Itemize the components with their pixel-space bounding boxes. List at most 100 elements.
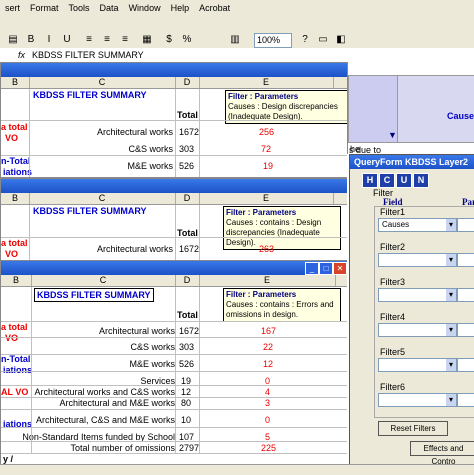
query-button-n[interactable]: N bbox=[413, 173, 429, 188]
col-d[interactable]: D bbox=[175, 275, 200, 286]
total-header[interactable]: Total bbox=[177, 309, 198, 321]
merge-icon[interactable]: ▦ bbox=[138, 31, 156, 49]
menu-tools[interactable]: Tools bbox=[64, 3, 95, 13]
row-total[interactable]: 526 bbox=[179, 160, 194, 172]
row-value[interactable]: 19 bbox=[263, 160, 273, 172]
menu-acrobat[interactable]: Acrobat bbox=[194, 3, 235, 13]
row-value[interactable]: 72 bbox=[261, 143, 271, 155]
left-label[interactable]: VO bbox=[5, 248, 18, 260]
row-total[interactable]: 10 bbox=[181, 414, 191, 426]
menu-help[interactable]: Help bbox=[166, 3, 195, 13]
underline-icon[interactable]: U bbox=[58, 31, 76, 49]
filter1-select[interactable]: Causes bbox=[378, 218, 457, 232]
effects-controls-button[interactable]: Effects and Contro bbox=[410, 441, 474, 465]
window-1-titlebar[interactable] bbox=[1, 63, 347, 77]
param5-input[interactable] bbox=[457, 358, 474, 372]
row-label[interactable]: M&E works bbox=[129, 358, 175, 370]
row-value[interactable]: 3 bbox=[265, 397, 270, 409]
menu-window[interactable]: Window bbox=[124, 3, 166, 13]
row-value[interactable]: 263 bbox=[259, 243, 274, 255]
param2-input[interactable] bbox=[457, 253, 474, 267]
col-b[interactable]: B bbox=[1, 77, 30, 88]
row-total[interactable]: 1672 bbox=[179, 325, 199, 337]
row-total[interactable]: 303 bbox=[179, 341, 194, 353]
help-icon[interactable]: ? bbox=[296, 31, 314, 49]
row-value[interactable]: 0 bbox=[265, 414, 270, 426]
query-button-c[interactable]: C bbox=[379, 173, 395, 188]
window-2-titlebar[interactable] bbox=[1, 179, 347, 193]
row-label[interactable]: C&S works bbox=[128, 143, 173, 155]
filter6-select[interactable] bbox=[378, 393, 457, 407]
query-button-h[interactable]: H bbox=[362, 173, 378, 188]
align-right-icon[interactable]: ≡ bbox=[116, 31, 134, 49]
col-c[interactable]: C bbox=[29, 193, 176, 204]
param4-input[interactable] bbox=[457, 323, 474, 337]
row-label[interactable]: Architectural, C&S and M&E works bbox=[36, 414, 175, 426]
close-icon[interactable]: ✕ bbox=[333, 262, 347, 275]
filter2-select[interactable] bbox=[378, 253, 457, 267]
col-e[interactable]: E bbox=[199, 77, 334, 88]
left-label[interactable]: iations bbox=[3, 364, 32, 376]
minimize-icon[interactable]: _ bbox=[305, 262, 319, 275]
filter3-select[interactable] bbox=[378, 288, 457, 302]
row-label[interactable]: Architectural works bbox=[99, 325, 175, 337]
chart-icon[interactable]: ▤ bbox=[4, 31, 22, 49]
row-label[interactable]: M&E works bbox=[127, 160, 173, 172]
row-value[interactable]: 167 bbox=[261, 325, 276, 337]
summary-title[interactable]: KBDSS FILTER SUMMARY bbox=[34, 288, 154, 302]
fill-color-icon[interactable]: ◧ bbox=[332, 31, 350, 49]
filter4-select[interactable] bbox=[378, 323, 457, 337]
col-d[interactable]: D bbox=[175, 193, 200, 204]
menu-data[interactable]: Data bbox=[95, 3, 124, 13]
summary-title[interactable]: KBDSS FILTER SUMMARY bbox=[33, 89, 147, 101]
window-3-titlebar[interactable] bbox=[1, 261, 349, 275]
causes-header[interactable]: Causes bbox=[447, 110, 474, 122]
zoom-select[interactable]: 100% bbox=[254, 33, 292, 48]
left-label[interactable]: iations bbox=[3, 418, 32, 430]
percent-icon[interactable]: % bbox=[178, 31, 196, 49]
left-label[interactable]: iations bbox=[3, 166, 32, 177]
param6-input[interactable] bbox=[457, 393, 474, 407]
row-value[interactable]: 12 bbox=[263, 358, 273, 370]
query-button-u[interactable]: U bbox=[396, 173, 412, 188]
summary-title[interactable]: KBDSS FILTER SUMMARY bbox=[33, 205, 147, 217]
param1-input[interactable] bbox=[457, 218, 474, 232]
row-total[interactable]: 526 bbox=[179, 358, 194, 370]
filter5-select[interactable] bbox=[378, 358, 457, 372]
chart-wizard-icon[interactable]: ▥ bbox=[226, 31, 244, 49]
sheet-window-3: _ □ ✕ B C D E KBDSS FILTER SUMMARY Total… bbox=[0, 260, 350, 466]
align-center-icon[interactable]: ≡ bbox=[98, 31, 116, 49]
maximize-icon[interactable]: □ bbox=[319, 262, 333, 275]
left-label[interactable]: VO bbox=[5, 332, 18, 344]
formula-input[interactable]: KBDSS FILTER SUMMARY bbox=[32, 48, 144, 62]
param3-input[interactable] bbox=[457, 288, 474, 302]
row-total[interactable]: 1672 bbox=[179, 243, 199, 255]
dropdown-arrow-icon[interactable]: ▼ bbox=[388, 129, 397, 141]
row-value[interactable]: 22 bbox=[263, 341, 273, 353]
row-total[interactable]: 1672 bbox=[179, 126, 199, 138]
col-c[interactable]: C bbox=[31, 275, 176, 286]
col-c[interactable]: C bbox=[29, 77, 176, 88]
col-d[interactable]: D bbox=[175, 77, 200, 88]
queryform-titlebar[interactable]: QueryForm KBDSS Layer2 bbox=[350, 155, 474, 169]
border-icon[interactable]: ▭ bbox=[314, 31, 332, 49]
row-total[interactable]: 303 bbox=[179, 143, 194, 155]
col-b[interactable]: B bbox=[1, 193, 30, 204]
menu-insert[interactable]: sert bbox=[0, 3, 25, 13]
row-label[interactable]: Architectural works bbox=[97, 126, 173, 138]
row-value[interactable]: 256 bbox=[259, 126, 274, 138]
menu-format[interactable]: Format bbox=[25, 3, 64, 13]
row-label[interactable]: C&S works bbox=[130, 341, 175, 353]
reset-filters-button[interactable]: Reset Filters bbox=[378, 421, 448, 436]
row-label[interactable]: Architectural and M&E works bbox=[59, 397, 175, 409]
currency-icon[interactable]: $ bbox=[160, 31, 178, 49]
col-e[interactable]: E bbox=[199, 193, 334, 204]
left-label[interactable]: VO bbox=[5, 132, 18, 144]
row-label[interactable]: Architectural works bbox=[97, 243, 173, 255]
italic-icon[interactable]: I bbox=[40, 31, 58, 49]
align-left-icon[interactable]: ≡ bbox=[80, 31, 98, 49]
row-total[interactable]: 80 bbox=[181, 397, 191, 409]
col-b[interactable]: B bbox=[1, 275, 32, 286]
bold-icon[interactable]: B bbox=[22, 31, 40, 49]
col-e[interactable]: E bbox=[199, 275, 336, 286]
